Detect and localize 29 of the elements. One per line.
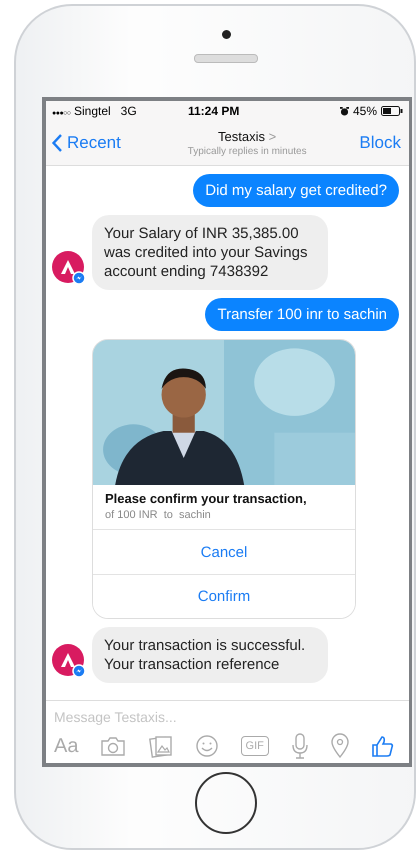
camera-icon[interactable]	[100, 735, 126, 757]
card-title: Please confirm your transaction,	[105, 491, 308, 506]
home-button[interactable]	[195, 772, 257, 834]
gif-button[interactable]: GIF	[240, 736, 269, 756]
received-message: Your Salary of INR 35,385.00 was credited into your Savings account ending 7438392	[92, 215, 328, 290]
clock-time: 11:24 PM	[188, 104, 240, 118]
chevron-left-icon	[52, 134, 62, 152]
block-button[interactable]: Block	[359, 133, 401, 153]
speaker-icon	[194, 54, 258, 63]
location-pin-icon[interactable]	[330, 733, 349, 759]
avatar-icon	[52, 251, 86, 285]
emoji-icon[interactable]	[194, 734, 219, 758]
thumbs-up-icon[interactable]	[370, 734, 395, 758]
chat-subtitle: Typically replies in minutes	[188, 146, 307, 157]
sent-message: Transfer 100 inr to sachin	[205, 298, 399, 331]
camera-icon	[222, 30, 230, 39]
alarm-icon	[340, 106, 349, 116]
sent-message: Did my salary get credited?	[193, 174, 399, 207]
card-subtitle: of 100 INR to sachin	[105, 509, 212, 521]
microphone-icon[interactable]	[290, 733, 309, 759]
avatar-icon	[52, 644, 86, 678]
battery-percent: 45%	[352, 104, 377, 118]
text-format-button[interactable]: Aa	[54, 734, 78, 758]
gallery-icon[interactable]	[148, 734, 172, 758]
card-button[interactable]: Confirm	[93, 574, 355, 618]
battery-icon	[381, 106, 403, 116]
received-message: Your transaction is successful. Your transaction reference	[92, 627, 328, 683]
chat-title[interactable]: Testaxis >	[218, 129, 276, 144]
back-button[interactable]: Recent	[52, 133, 121, 153]
